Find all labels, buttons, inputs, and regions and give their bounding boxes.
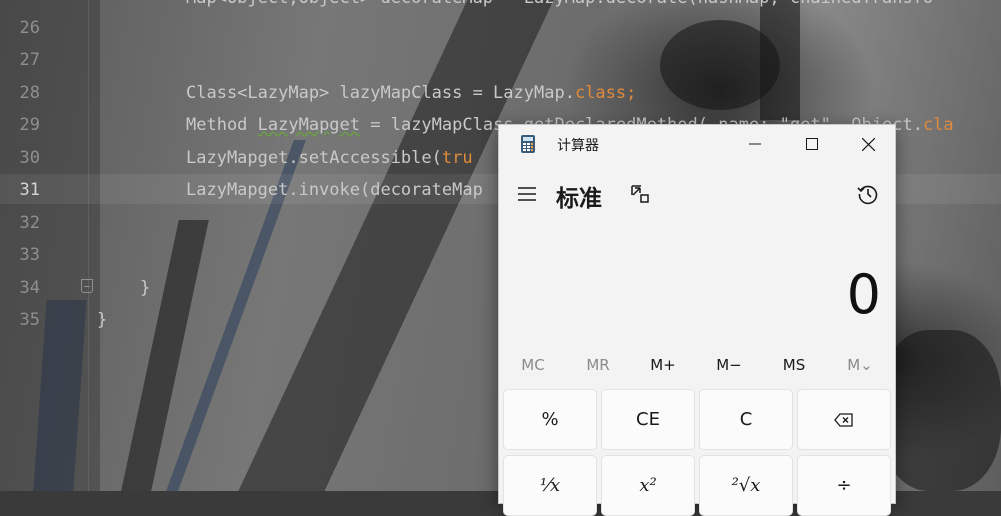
result-display: 0 xyxy=(846,263,881,326)
line-number: 28 xyxy=(19,83,40,103)
line-number: 29 xyxy=(19,115,40,135)
clear-entry-button[interactable]: CE xyxy=(601,389,695,450)
line-number: 26 xyxy=(19,18,40,38)
square-root-button[interactable]: ²√x xyxy=(699,455,793,516)
backspace-icon xyxy=(834,412,853,427)
title-bar[interactable]: 计算器 xyxy=(499,125,895,163)
code-line-30[interactable]: LazyMapget.setAccessible(tru xyxy=(186,148,473,168)
square-button[interactable]: x² xyxy=(601,455,695,516)
maximize-icon xyxy=(805,138,818,150)
app-title: 计算器 xyxy=(557,138,599,154)
line-number: 35 xyxy=(19,310,40,330)
keep-on-top-icon[interactable] xyxy=(629,183,651,205)
line-number-active: 31 xyxy=(19,180,40,200)
line-number: 27 xyxy=(19,50,40,70)
minimize-icon xyxy=(748,143,761,145)
line-number: 32 xyxy=(19,213,40,233)
line-number: 33 xyxy=(19,245,40,265)
calculator-icon xyxy=(521,135,535,153)
code-line-31[interactable]: LazyMapget.invoke(decorateMap xyxy=(186,180,483,200)
clear-button[interactable]: C xyxy=(699,389,793,450)
memory-store-button[interactable]: MS xyxy=(762,356,826,374)
line-number: 34 xyxy=(19,278,40,298)
calculator-window[interactable]: 计算器 标准 0 MC MR M+ M− MS M⌄ % CE C ⅟x x² … xyxy=(498,124,896,516)
maximize-button[interactable] xyxy=(783,125,840,163)
close-icon xyxy=(862,137,875,151)
memory-clear-button[interactable]: MC xyxy=(501,356,565,374)
reciprocal-button[interactable]: ⅟x xyxy=(503,455,597,516)
closing-brace[interactable]: } xyxy=(97,310,107,330)
code-line-25[interactable]: Map<Object,Object> decorateMap = LazyMap… xyxy=(186,0,933,8)
memory-list-button[interactable]: M⌄ xyxy=(828,356,892,374)
line-number: 30 xyxy=(19,148,40,168)
mode-title: 标准 xyxy=(556,186,602,212)
minimize-button[interactable] xyxy=(726,125,783,163)
fold-marker-icon[interactable] xyxy=(81,279,93,293)
code-line-28[interactable]: Class<LazyMap> lazyMapClass = LazyMap.cl… xyxy=(186,83,636,103)
memory-recall-button[interactable]: MR xyxy=(566,356,630,374)
divide-button[interactable]: ÷ xyxy=(797,455,891,516)
hamburger-menu-icon[interactable] xyxy=(516,184,538,204)
history-icon[interactable] xyxy=(856,182,880,206)
memory-subtract-button[interactable]: M− xyxy=(697,356,761,374)
memory-add-button[interactable]: M+ xyxy=(631,356,695,374)
percent-button[interactable]: % xyxy=(503,389,597,450)
closing-brace[interactable]: } xyxy=(140,278,150,298)
close-button[interactable] xyxy=(840,125,897,163)
backspace-button[interactable] xyxy=(797,389,891,450)
